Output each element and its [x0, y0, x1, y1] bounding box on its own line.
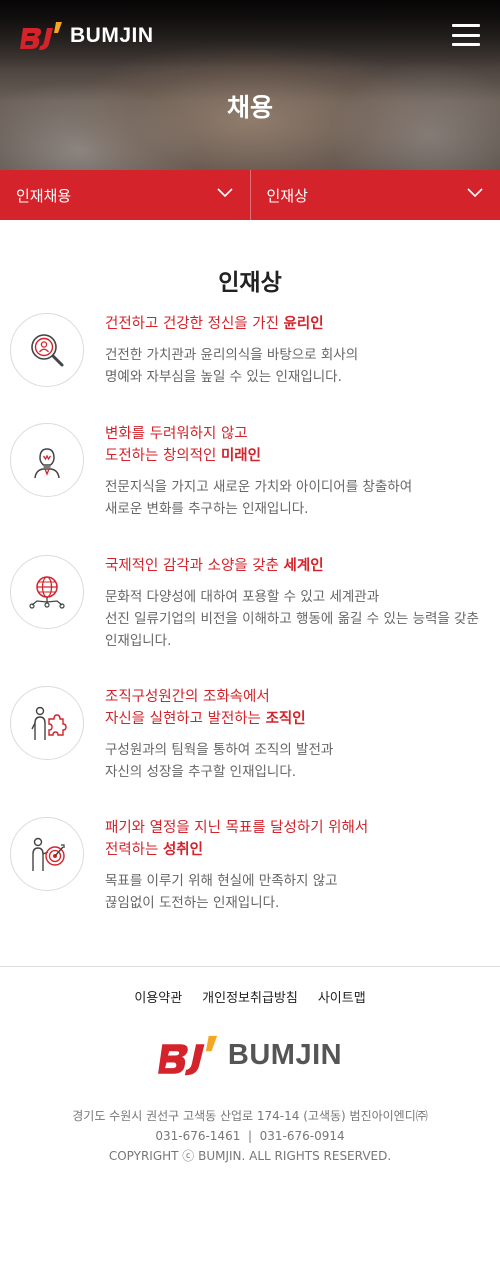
item-heading: 건전하고 건강한 정신을 가진 윤리인	[105, 316, 324, 332]
page-dropdown-label: 인재상	[266, 186, 308, 205]
category-dropdown[interactable]: 인재채용	[0, 170, 250, 220]
item-heading: 국제적인 감각과 소양을 갖춘 세계인	[105, 558, 324, 574]
hero-banner: BUMJIN 채용	[0, 0, 500, 170]
sitemap-link[interactable]: 사이트맵	[318, 987, 366, 1006]
item-heading: 패기와 열정을 지닌 목표를 달성하기 위해서 전력하는 성취인	[105, 820, 369, 858]
bj-logo-mark-icon	[157, 1035, 218, 1076]
talent-list: 건전하고 건강한 정신을 가진 윤리인 건전한 가치관과 윤리의식을 바탕으로 …	[0, 313, 500, 947]
section-title: 인재상	[218, 270, 282, 296]
item-description: 문화적 다양성에 대하여 포용할 수 있고 세계관과 선진 일류기업의 비전을 …	[105, 589, 479, 649]
magnifier-person-icon	[10, 313, 84, 387]
footer-logo[interactable]: BUMJIN	[0, 1033, 500, 1078]
category-dropdown-label: 인재채용	[16, 186, 72, 205]
privacy-policy-link[interactable]: 개인정보취급방침	[202, 987, 298, 1006]
sub-navigation: 인재채용 인재상	[0, 170, 500, 220]
company-info: 경기도 수원시 권선구 고색동 산업로 174-14 (고색동) 범진아이엔디㈜…	[0, 1106, 500, 1166]
site-logo[interactable]: BUMJIN	[20, 20, 154, 52]
hamburger-menu-icon[interactable]	[452, 24, 480, 46]
footer-links: 이용약관 개인정보취급방침 사이트맵	[0, 987, 500, 1006]
list-item: 국제적인 감각과 소양을 갖춘 세계인 문화적 다양성에 대하여 포용할 수 있…	[0, 555, 500, 686]
item-description: 구성원과의 팀웍을 통하여 조직의 발전과 자신의 성장을 추구할 인재입니다.	[105, 742, 334, 780]
chevron-down-icon	[467, 188, 483, 198]
item-description: 목표를 이루기 위해 현실에 만족하지 않고 끊임없이 도전하는 인재입니다.	[105, 873, 338, 911]
item-heading: 변화를 두려워하지 않고 도전하는 창의적인 미래인	[105, 426, 261, 464]
site-footer: 이용약관 개인정보취급방침 사이트맵 BUMJIN 경기도 수원시 권선구 고색…	[0, 966, 500, 1166]
page-dropdown[interactable]: 인재상	[249, 170, 500, 220]
list-item: 변화를 두려워하지 않고 도전하는 창의적인 미래인 전문지식을 가지고 새로운…	[0, 423, 500, 555]
list-item: 건전하고 건강한 정신을 가진 윤리인 건전한 가치관과 윤리의식을 바탕으로 …	[0, 313, 500, 423]
company-address: 경기도 수원시 권선구 고색동 산업로 174-14 (고색동) 범진아이엔디㈜	[72, 1109, 428, 1123]
footer-brand-name: BUMJIN	[227, 1039, 343, 1071]
item-heading: 조직구성원간의 조화속에서 자신을 실현하고 발전하는 조직인	[105, 689, 306, 727]
page-title: 채용	[226, 93, 273, 122]
globe-network-icon	[10, 555, 84, 629]
chevron-down-icon	[216, 188, 233, 198]
list-item: 패기와 열정을 지닌 목표를 달성하기 위해서 전력하는 성취인 목표를 이루기…	[0, 817, 500, 947]
lightbulb-person-icon	[10, 423, 84, 497]
brand-name: BUMJIN	[70, 24, 154, 47]
item-description: 전문지식을 가지고 새로운 가치와 아이디어를 창출하여 새로운 변화를 추구하…	[105, 479, 413, 517]
company-phone: 031-676-1461 | 031-676-0914	[155, 1129, 345, 1143]
bj-logo-mark-icon	[20, 22, 62, 50]
person-target-icon	[10, 817, 84, 891]
list-item: 조직구성원간의 조화속에서 자신을 실현하고 발전하는 조직인 구성원과의 팀웍…	[0, 686, 500, 817]
terms-link[interactable]: 이용약관	[134, 987, 182, 1006]
person-puzzle-icon	[10, 686, 84, 760]
copyright: COPYRIGHT ⓒ BUMJIN. ALL RIGHTS RESERVED.	[108, 1149, 392, 1163]
item-description: 건전한 가치관과 윤리의식을 바탕으로 회사의 명예와 자부심을 높일 수 있는…	[105, 347, 359, 385]
